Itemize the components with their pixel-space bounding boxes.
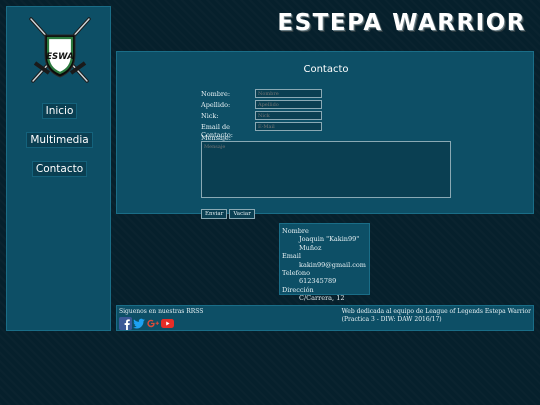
submit-button[interactable]: Enviar xyxy=(201,209,228,219)
nombre-input[interactable] xyxy=(255,89,322,98)
address-value: C/Carrera, 12 xyxy=(299,294,345,303)
nombre-label: Nombre: xyxy=(201,90,231,98)
apellido-label: Apellido: xyxy=(201,101,231,109)
contact-form-panel: Contacto Nombre: Apellido: Nick: Email d… xyxy=(116,51,534,219)
nick-label: Nick: xyxy=(201,112,219,120)
twitter-icon[interactable] xyxy=(133,317,146,330)
nav-item-multimedia[interactable]: Multimedia xyxy=(26,132,93,148)
email-input[interactable] xyxy=(255,122,322,131)
follow-text: Siguenos en nuestras RRSS xyxy=(119,308,204,315)
nav-item-inicio[interactable]: Inicio xyxy=(41,103,78,119)
youtube-icon[interactable] xyxy=(161,317,174,330)
contact-info-card: Nombre Joaquin "Kakin99" Muñoz Email kak… xyxy=(279,223,370,302)
page-title: Contacto xyxy=(303,64,349,75)
phone-value: 612345789 xyxy=(299,277,337,286)
facebook-icon[interactable] xyxy=(119,317,132,330)
google-plus-icon[interactable] xyxy=(147,317,160,330)
footer: Siguenos en nuestras RRSS Web dedicada a… xyxy=(116,305,534,331)
name-value: Joaquin "Kakin99" Muñoz xyxy=(299,235,360,252)
email-key: Email xyxy=(282,252,301,261)
email-value: kakin99@gmail.com xyxy=(299,260,366,269)
apellido-input[interactable] xyxy=(255,100,322,109)
reset-button[interactable]: Vaciar xyxy=(229,209,255,219)
credit-line-1: Web dedicada al equipo de League of Lege… xyxy=(341,308,531,315)
main-nav: Inicio Multimedia Contacto xyxy=(7,99,112,186)
logo-text: ESWA xyxy=(46,52,74,62)
nick-input[interactable] xyxy=(255,111,322,120)
message-textarea[interactable] xyxy=(201,141,451,198)
sidebar: ESWA Inicio Multimedia Contacto xyxy=(6,6,111,331)
credit-line-2: (Practica 3 - DIW: DAW 2016/17) xyxy=(341,316,442,323)
footer-credits: Web dedicada al equipo de League of Lege… xyxy=(342,308,531,324)
crossed-swords-shield-logo[interactable]: ESWA xyxy=(23,13,97,89)
phone-key: Telefono xyxy=(282,269,311,278)
site-title: ESTEPA WARRIOR xyxy=(277,10,526,36)
nav-item-contacto[interactable]: Contacto xyxy=(31,161,88,177)
address-key: Dirección xyxy=(282,285,314,294)
social-links xyxy=(119,317,174,330)
name-key: Nombre xyxy=(282,227,309,235)
form-buttons: Enviar Vaciar xyxy=(201,200,257,219)
